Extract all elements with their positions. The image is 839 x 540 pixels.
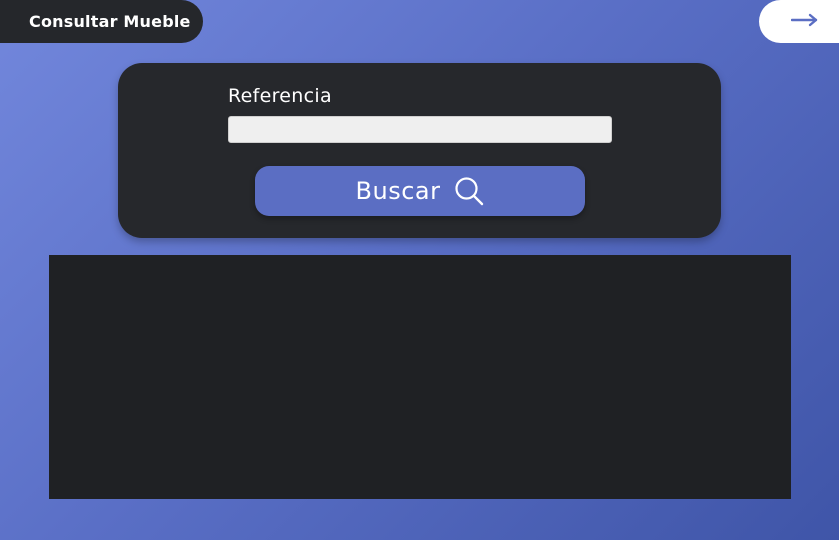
search-button-label: Buscar: [355, 177, 441, 205]
reference-label: Referencia: [228, 85, 332, 107]
magnifier-icon: [454, 176, 484, 206]
search-form: Referencia Buscar: [118, 63, 721, 238]
page-title-label: Consultar Mueble: [29, 12, 191, 31]
page-title: Consultar Mueble: [0, 0, 203, 43]
results-panel: [49, 255, 791, 499]
search-button[interactable]: Buscar: [255, 166, 585, 216]
reference-input[interactable]: [228, 116, 612, 143]
next-button[interactable]: [759, 0, 839, 43]
arrow-right-icon: [790, 12, 819, 31]
